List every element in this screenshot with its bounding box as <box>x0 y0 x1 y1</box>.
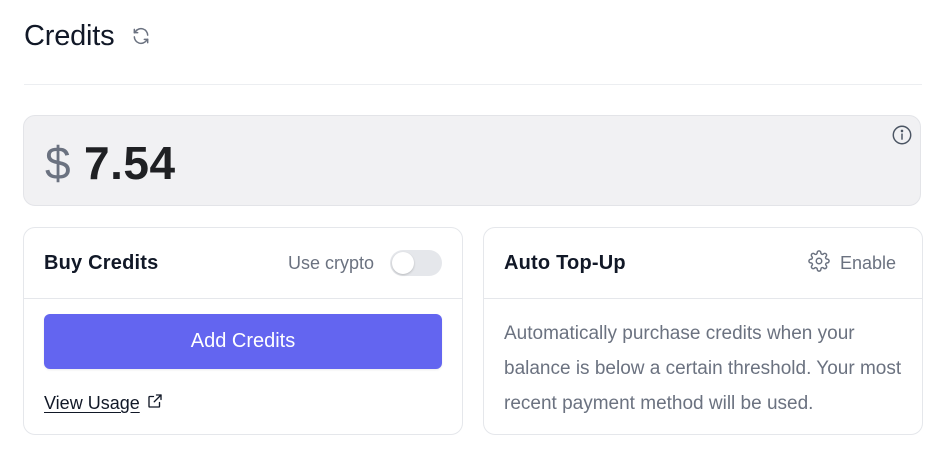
auto-topup-title: Auto Top-Up <box>504 251 626 274</box>
add-credits-button[interactable]: Add Credits <box>44 314 442 369</box>
crypto-toggle-group: Use crypto <box>288 250 442 276</box>
page-header: Credits <box>24 14 152 58</box>
refresh-icon[interactable] <box>130 25 152 47</box>
auto-topup-card: Auto Top-Up Enable Automatically purchas… <box>483 227 923 435</box>
balance-panel: $ 7.54 <box>23 115 921 206</box>
external-link-icon <box>146 392 164 415</box>
buy-credits-card: Buy Credits Use crypto Add Credits View … <box>23 227 463 435</box>
balance-amount: 7.54 <box>84 137 176 189</box>
toggle-knob <box>392 252 414 274</box>
balance-currency: $ <box>45 137 71 189</box>
auto-topup-header: Auto Top-Up Enable <box>484 228 922 299</box>
auto-topup-description: Automatically purchase credits when your… <box>504 323 902 414</box>
gear-icon <box>808 249 830 277</box>
buy-credits-title: Buy Credits <box>44 251 159 274</box>
view-usage-label[interactable]: View Usage <box>44 393 140 414</box>
crypto-toggle[interactable] <box>390 250 442 276</box>
view-usage-link[interactable]: View Usage <box>44 392 164 415</box>
crypto-label: Use crypto <box>287 252 374 273</box>
enable-button[interactable]: Enable <box>808 249 896 277</box>
enable-label: Enable <box>839 252 896 273</box>
page-title: Credits <box>24 19 115 52</box>
info-icon[interactable] <box>891 124 913 146</box>
buy-credits-header: Buy Credits Use crypto <box>24 228 462 299</box>
header-divider <box>24 84 922 85</box>
